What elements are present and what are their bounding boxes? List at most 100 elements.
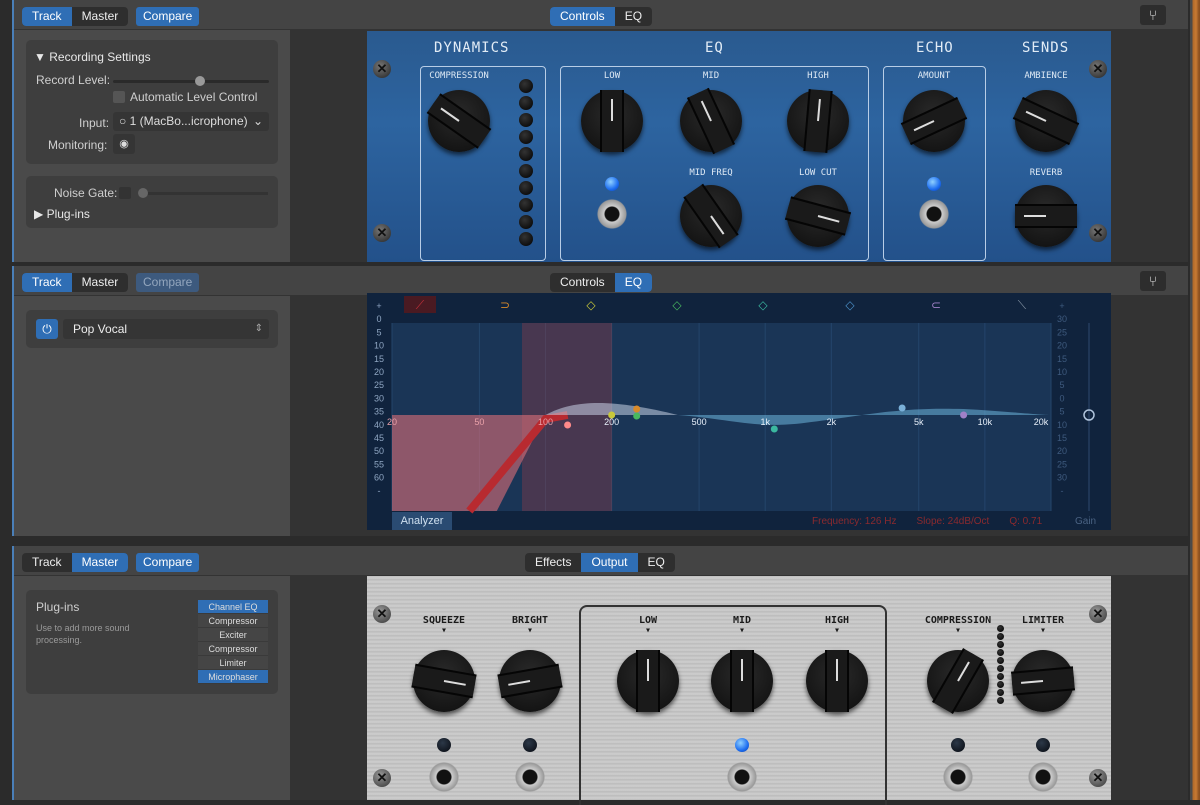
chevron-down-icon: ⌄ — [252, 114, 263, 128]
tab-eq[interactable]: EQ — [615, 7, 652, 26]
screw-icon: ✕ — [373, 224, 391, 242]
noise-gate-thumb[interactable] — [138, 188, 148, 198]
screw-icon: ✕ — [373, 60, 391, 78]
noise-gate-label: Noise Gate: — [54, 186, 118, 200]
knob-pointer — [741, 659, 743, 681]
toggle-switch[interactable] — [727, 760, 757, 794]
db-tick-left: 50 — [374, 446, 384, 456]
band-handle — [608, 411, 616, 419]
echo-toggle-switch[interactable] — [919, 197, 949, 231]
toggle-switch[interactable] — [943, 760, 973, 794]
high-knob[interactable] — [806, 650, 868, 712]
reverb-label: REVERB — [1029, 168, 1063, 178]
limiter-knob[interactable] — [1011, 650, 1075, 712]
compare-button[interactable]: Compare — [136, 7, 200, 26]
ambience-knob[interactable] — [1012, 90, 1080, 152]
plugins-label: Plug-ins — [46, 207, 90, 221]
plugins-toggle[interactable]: ▶ Plug-ins — [34, 207, 90, 221]
low-cut-knob[interactable] — [784, 185, 852, 247]
high-knob[interactable] — [787, 89, 849, 153]
tab-master[interactable]: Master — [71, 553, 129, 572]
disclosure-triangle-icon: ▶ — [34, 207, 44, 221]
compression-knob[interactable] — [927, 648, 989, 714]
gain-tick-right: 15 — [1057, 433, 1067, 443]
auto-level-label: Automatic Level Control — [130, 90, 258, 104]
meter-led — [519, 215, 533, 229]
mid-knob[interactable] — [711, 650, 773, 712]
tab-track[interactable]: Track — [22, 553, 72, 572]
gain-tick-right: 25 — [1057, 459, 1067, 469]
tab-eq[interactable]: EQ — [638, 553, 675, 572]
record-level-thumb[interactable] — [195, 76, 205, 86]
gain-tick-right: 10 — [1057, 367, 1067, 377]
high-label: HIGH — [807, 71, 829, 81]
tab-controls[interactable]: Controls — [550, 273, 615, 292]
mid-knob[interactable] — [680, 87, 742, 155]
power-button[interactable]: ⏻ — [36, 319, 58, 339]
compare-button[interactable]: Compare — [136, 273, 200, 292]
reverb-knob[interactable] — [1015, 185, 1077, 247]
window-edge — [1190, 0, 1200, 800]
band-handle — [770, 425, 778, 433]
plugin-slot[interactable]: Compressor — [198, 614, 268, 628]
plugin-slot[interactable]: Compressor — [198, 642, 268, 656]
tab-track[interactable]: Track — [22, 273, 72, 292]
parametric-2-icon: ◇ — [672, 298, 682, 312]
tab-master[interactable]: Master — [72, 7, 129, 26]
auto-level-checkbox[interactable] — [113, 91, 125, 103]
plugin-slot[interactable]: Exciter — [198, 628, 268, 642]
tab-eq[interactable]: EQ — [614, 273, 653, 292]
mid-label: MID — [702, 71, 720, 81]
noise-gate-checkbox[interactable] — [119, 187, 131, 199]
output-panel: ✕ ✕ ✕ ✕ SQUEEZE ▾ BRIGHT ▾ LOW ▾ MID ▾ HIGH … — [367, 576, 1111, 805]
bright-knob[interactable] — [497, 650, 563, 712]
compression-knob[interactable] — [426, 90, 492, 152]
plugin-slot[interactable]: Microphaser — [198, 670, 268, 684]
preset-select[interactable]: Pop Vocal ⇕ — [63, 319, 269, 339]
toggle-switch[interactable] — [1028, 760, 1058, 794]
toggle-switch[interactable] — [429, 760, 459, 794]
low-knob[interactable] — [617, 650, 679, 712]
tuning-fork-icon[interactable]: ⑂ — [1140, 271, 1166, 291]
recording-settings-toggle[interactable]: ▼ Recording Settings — [34, 50, 151, 64]
toggle-switch[interactable] — [515, 760, 545, 794]
tab-output[interactable]: Output — [581, 553, 638, 572]
track-master-switch: Track Master — [22, 553, 129, 572]
channel-eq: + +0 30 5 25 10 20 15 15 20 10 25 5 30 0 35 5 40 10 45 15 50 2… — [367, 293, 1111, 530]
squeeze-knob[interactable] — [411, 650, 477, 712]
gain-tick-right: - — [1061, 486, 1064, 496]
tuning-fork-icon[interactable]: ⑂ — [1140, 5, 1166, 25]
compare-button[interactable]: Compare — [136, 553, 200, 572]
meter-led — [997, 673, 1004, 680]
monitoring-button[interactable]: ◉ — [113, 134, 135, 154]
preset-value: Pop Vocal — [73, 322, 128, 336]
plugin-slot[interactable]: Limiter — [198, 656, 268, 670]
low-cut-icon: ⟋ — [416, 298, 425, 312]
freq-label: 5k — [914, 417, 924, 427]
tab-controls[interactable]: Controls — [550, 7, 615, 26]
mid-freq-knob[interactable] — [680, 183, 742, 249]
compression-label: COMPRESSION — [429, 71, 489, 81]
band-handle — [898, 404, 906, 412]
knob-pointer — [836, 659, 838, 681]
plugin-slot[interactable]: Channel EQ — [198, 600, 268, 614]
band-handle — [633, 405, 641, 413]
status-led — [437, 738, 451, 752]
meter-led — [519, 232, 533, 246]
eq-graph[interactable]: + +0 30 5 25 10 20 15 15 20 10 25 5 30 0 35 5 40 10 45 15 50 2… — [367, 293, 1111, 530]
status-led — [735, 738, 749, 752]
low-knob[interactable] — [581, 90, 643, 152]
tab-master[interactable]: Master — [72, 273, 129, 292]
noise-gate-slider[interactable] — [138, 188, 268, 198]
record-level-slider[interactable] — [113, 76, 269, 86]
tab-track[interactable]: Track — [22, 7, 72, 26]
eq-toggle-switch[interactable] — [597, 197, 627, 231]
amount-knob[interactable] — [900, 90, 968, 152]
input-select[interactable]: ○ 1 (MacBo...icrophone) ⌄ — [113, 112, 269, 131]
freq-label: 1k — [760, 417, 770, 427]
db-tick-left: 0 — [376, 314, 381, 324]
analyzer-button[interactable]: Analyzer — [392, 512, 452, 530]
pane3-header: Track Master Compare Effects Output EQ — [14, 546, 1188, 576]
view-switch: Controls EQ — [550, 273, 653, 292]
tab-effects[interactable]: Effects — [525, 553, 581, 572]
